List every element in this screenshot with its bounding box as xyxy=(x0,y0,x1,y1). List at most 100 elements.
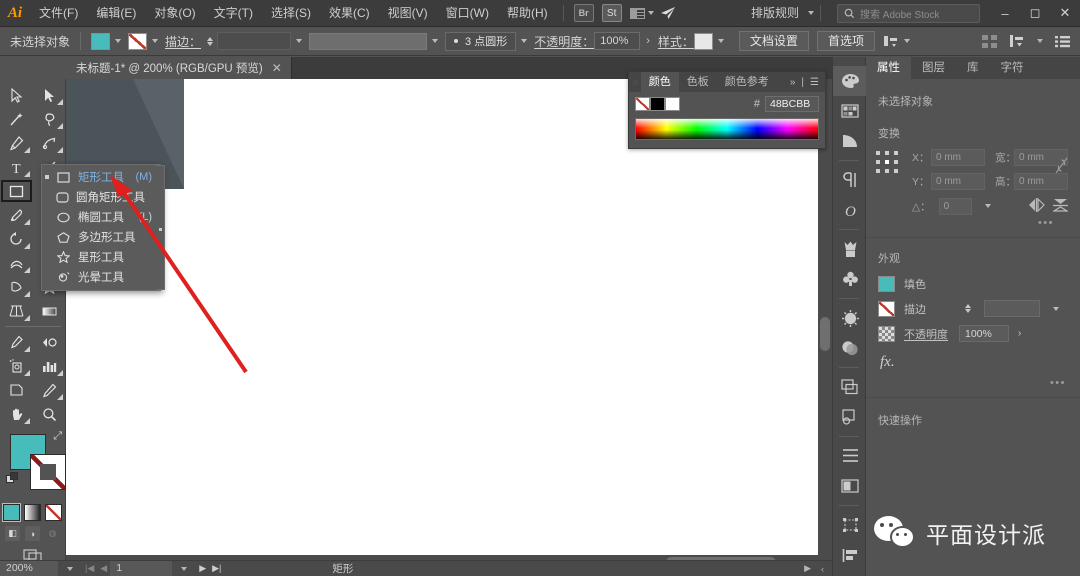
menu-edit[interactable]: 编辑(E) xyxy=(87,0,145,27)
artboard[interactable] xyxy=(66,79,818,555)
rotate-tool[interactable] xyxy=(0,227,33,251)
zoom-tool[interactable] xyxy=(33,402,66,426)
menu-window[interactable]: 窗口(W) xyxy=(437,0,498,27)
last-artboard-icon[interactable]: ▶| xyxy=(209,563,224,574)
panel-grip-icon[interactable]: ◌ xyxy=(633,78,638,87)
status-expand-icon[interactable]: ▶ xyxy=(804,563,811,574)
color-none-swatch[interactable] xyxy=(635,97,650,111)
stroke-weight-chevron-icon[interactable] xyxy=(1053,306,1059,311)
draw-behind-icon[interactable]: ◑ xyxy=(25,526,40,541)
align-panel-icon[interactable] xyxy=(1009,34,1025,48)
zoom-level-field[interactable]: 200% xyxy=(0,561,58,576)
symbol-sprayer-tool[interactable] xyxy=(0,354,33,378)
align-selection-icon[interactable] xyxy=(883,34,899,48)
gradient-tool[interactable] xyxy=(33,299,66,323)
constrain-proportions-icon[interactable] xyxy=(1055,157,1068,177)
canvas-vertical-scrollbar[interactable] xyxy=(818,79,832,555)
y-input[interactable]: 0 mm xyxy=(931,173,985,190)
layers-icon[interactable] xyxy=(833,372,867,402)
stroke-weight-label[interactable]: 描边： xyxy=(165,33,201,50)
color-panel[interactable]: ◌ 颜色 色板 颜色参考 » | ☰ # xyxy=(628,71,826,149)
list-view-icon[interactable] xyxy=(1055,35,1070,48)
appearance-icon[interactable] xyxy=(833,303,867,333)
stock-icon[interactable]: St xyxy=(601,4,622,22)
tab-layers[interactable]: 图层 xyxy=(911,57,956,79)
preferences-button[interactable]: 首选项 xyxy=(816,31,875,51)
paragraph-icon[interactable] xyxy=(833,165,867,195)
profile-chevron-icon[interactable] xyxy=(521,39,528,43)
transparency-icon[interactable] xyxy=(833,333,867,363)
next-artboard-icon[interactable]: ▶ xyxy=(196,563,209,574)
first-artboard-icon[interactable]: |◀ xyxy=(82,563,97,574)
stroke-stepper[interactable] xyxy=(207,36,214,46)
color-spectrum-ramp[interactable] xyxy=(635,118,819,140)
default-fill-stroke-icon[interactable] xyxy=(6,472,19,485)
align-menu-chevron-icon[interactable] xyxy=(1037,39,1043,43)
direct-selection-tool[interactable] xyxy=(33,83,66,107)
flip-horizontal-icon[interactable] xyxy=(1028,197,1045,215)
tab-color-guide[interactable]: 颜色参考 xyxy=(717,72,777,92)
free-transform-tool[interactable] xyxy=(0,275,33,299)
color-mode-button[interactable] xyxy=(2,503,21,522)
flyout-item-rectangle[interactable]: 矩形工具 (M) xyxy=(42,167,160,187)
rectangle-tool[interactable] xyxy=(0,179,33,203)
x-input[interactable]: 0 mm xyxy=(931,149,985,166)
align-objects-icon[interactable] xyxy=(833,540,867,570)
pen-tool[interactable] xyxy=(0,131,33,155)
opacity-expand-icon[interactable]: › xyxy=(646,35,650,47)
opacity-value[interactable]: 100% xyxy=(959,325,1009,342)
menu-object[interactable]: 对象(O) xyxy=(145,0,204,27)
opacity-label[interactable]: 不透明度： xyxy=(534,33,594,50)
stroke-weight-stepper[interactable] xyxy=(965,304,971,313)
variable-width-profile[interactable]: 3 点圆形 xyxy=(445,31,517,51)
reference-point-selector[interactable] xyxy=(876,151,898,173)
appearance-fill-swatch[interactable] xyxy=(878,276,895,292)
menu-file[interactable]: 文件(F) xyxy=(30,0,87,27)
libraries-icon[interactable] xyxy=(833,570,867,576)
bridge-icon[interactable]: Br xyxy=(573,4,594,22)
selection-tool[interactable] xyxy=(0,83,33,107)
stroke-weight-chevron-icon[interactable] xyxy=(296,39,303,43)
flyout-item-flare[interactable]: 光晕工具 xyxy=(42,267,160,287)
tab-color[interactable]: 颜色 xyxy=(640,72,679,92)
draw-normal-icon[interactable]: ◧ xyxy=(5,526,20,541)
pathfinder-icon[interactable] xyxy=(833,402,867,432)
brushes-icon[interactable] xyxy=(833,234,867,264)
fx-button[interactable]: fx. xyxy=(866,346,1080,371)
menu-type[interactable]: 文字(T) xyxy=(205,0,262,27)
prev-artboard-icon[interactable]: ◀ xyxy=(97,563,110,574)
maximize-button[interactable]: ◻ xyxy=(1020,0,1050,27)
swatches-icon[interactable] xyxy=(833,96,867,126)
stock-search-box[interactable]: 搜索 Adobe Stock xyxy=(837,3,980,23)
align-panel-icon[interactable] xyxy=(833,441,867,471)
flyout-tearoff-grip[interactable] xyxy=(156,165,165,290)
none-mode-button[interactable] xyxy=(45,504,62,521)
zoom-chevron-icon[interactable] xyxy=(67,566,73,571)
menu-select[interactable]: 选择(S) xyxy=(262,0,320,27)
blend-tool[interactable] xyxy=(33,330,66,354)
menu-effect[interactable]: 效果(C) xyxy=(320,0,379,27)
menu-help[interactable]: 帮助(H) xyxy=(498,0,557,27)
magic-wand-tool[interactable] xyxy=(0,107,33,131)
paper-plane-icon[interactable] xyxy=(658,4,678,22)
appearance-more-options-icon[interactable]: ••• xyxy=(866,371,1080,389)
minimize-button[interactable]: – xyxy=(990,0,1020,27)
double-chevron-icon[interactable]: » xyxy=(790,77,796,88)
opacity-expand-icon[interactable]: › xyxy=(1018,328,1021,339)
slice-tool[interactable] xyxy=(33,378,66,402)
document-tab[interactable]: 未标题-1* @ 200% (RGB/GPU 预览) ✕ xyxy=(66,57,292,79)
angle-chevron-icon[interactable] xyxy=(985,204,991,208)
document-setup-button[interactable]: 文档设置 xyxy=(738,31,809,51)
curvature-tool[interactable] xyxy=(33,131,66,155)
color-black-swatch[interactable] xyxy=(650,97,665,111)
tab-swatches[interactable]: 色板 xyxy=(679,72,717,92)
perspective-grid-tool[interactable] xyxy=(0,299,33,323)
flyout-item-polygon[interactable]: 多边形工具 xyxy=(42,227,160,247)
flyout-item-rounded-rectangle[interactable]: 圆角矩形工具 xyxy=(42,187,160,207)
shape-tools-flyout[interactable]: 矩形工具 (M) 圆角矩形工具 椭圆工具 (L) 多边形工具 星形工具 光晕工具 xyxy=(41,164,165,291)
brush-chevron-icon[interactable] xyxy=(432,39,439,43)
appearance-stroke-swatch[interactable] xyxy=(878,300,895,317)
width-tool[interactable] xyxy=(0,251,33,275)
menu-view[interactable]: 视图(V) xyxy=(379,0,437,27)
gradient-icon[interactable] xyxy=(833,126,867,156)
